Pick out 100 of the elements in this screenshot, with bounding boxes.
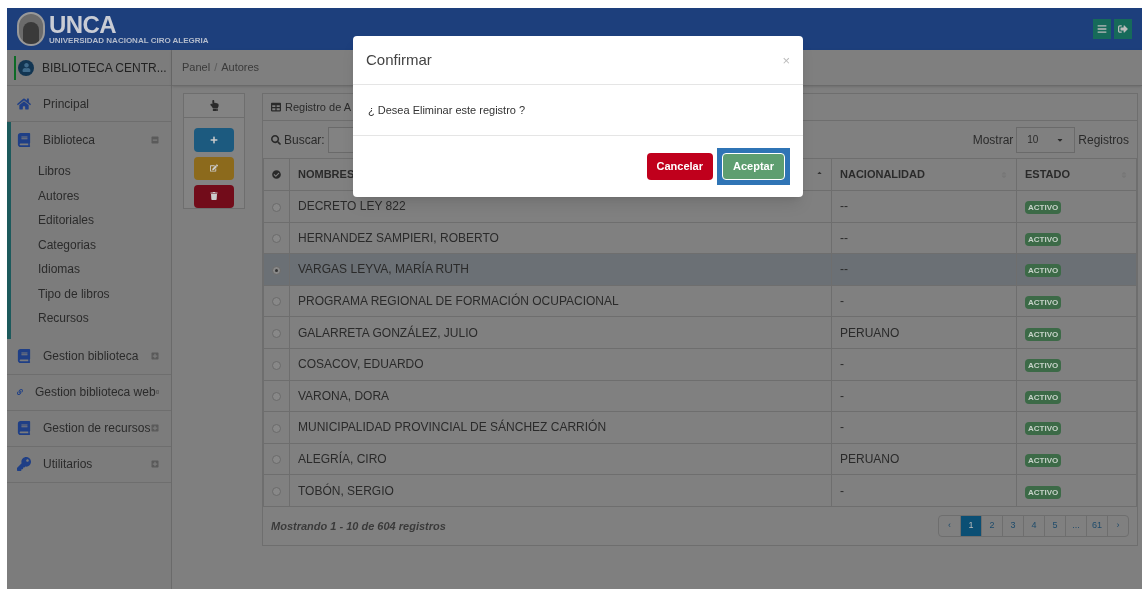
user-avatar bbox=[18, 59, 34, 76]
logo-emblem bbox=[17, 12, 45, 46]
table-row[interactable]: VARGAS LEYVA, MARÍA RUTH -- ACTIVO bbox=[263, 253, 1137, 286]
row-radio[interactable] bbox=[272, 486, 281, 496]
menu-item[interactable]: Gestion biblioteca bbox=[7, 338, 171, 374]
page-link[interactable]: 4 bbox=[1023, 515, 1044, 536]
status-badge: ACTIVO bbox=[1025, 485, 1062, 499]
user-name: BIBLIOTECA CENTR... bbox=[42, 59, 167, 77]
menu-item[interactable]: Utilitarios bbox=[7, 446, 171, 482]
submenu-item[interactable]: Categorias bbox=[11, 232, 171, 257]
logo-subtitle: UNIVERSIDAD NACIONAL CIRO ALEGRIA bbox=[49, 37, 209, 45]
trash-icon bbox=[210, 192, 218, 201]
table-row[interactable]: COSACOV, EDUARDO - ACTIVO bbox=[263, 348, 1137, 381]
page-size-select[interactable]: 10 bbox=[1016, 126, 1076, 153]
expand-icon[interactable] bbox=[151, 424, 159, 432]
book-icon bbox=[17, 349, 31, 363]
table-cell: - bbox=[831, 285, 1017, 317]
status-badge: ACTIVO bbox=[1025, 359, 1062, 373]
menu-item[interactable]: Gestion biblioteca web bbox=[7, 374, 171, 410]
submenu-item[interactable]: Tipo de libros bbox=[11, 281, 171, 306]
submenu-item[interactable]: Autores bbox=[11, 183, 171, 208]
plus-icon bbox=[210, 135, 218, 144]
status-badge: ACTIVO bbox=[1025, 390, 1062, 404]
row-radio[interactable] bbox=[272, 455, 281, 465]
close-button[interactable]: × bbox=[782, 53, 790, 67]
breadcrumb-separator: / bbox=[214, 60, 218, 76]
table-cell: - bbox=[831, 348, 1017, 381]
table-cell: -- bbox=[831, 190, 1017, 223]
expand-icon[interactable] bbox=[151, 352, 159, 360]
table-cell: TOBÓN, SERGIO bbox=[289, 474, 832, 507]
page-link[interactable]: ... bbox=[1065, 515, 1086, 536]
cancel-button[interactable]: Cancelar bbox=[646, 153, 714, 180]
table-cell: - bbox=[831, 411, 1017, 444]
table-row[interactable]: ALEGRÍA, CIRO PERUANO ACTIVO bbox=[263, 443, 1137, 475]
show-label: Mostrar bbox=[972, 131, 1014, 149]
page-link[interactable]: 3 bbox=[1002, 515, 1023, 536]
menu-item[interactable]: Principal bbox=[7, 86, 171, 121]
table-row[interactable]: GALARRETA GONZÁLEZ, JULIO PERUANO ACTIVO bbox=[263, 316, 1137, 349]
row-radio[interactable] bbox=[272, 423, 281, 433]
row-radio[interactable] bbox=[272, 265, 281, 275]
table-cell: -- bbox=[831, 253, 1017, 286]
menu-item[interactable]: Biblioteca bbox=[11, 122, 171, 157]
table-cell: PERUANO bbox=[831, 443, 1017, 475]
status-badge: ACTIVO bbox=[1025, 327, 1062, 341]
row-radio[interactable] bbox=[272, 202, 281, 212]
home-icon bbox=[17, 96, 31, 111]
collapse-icon[interactable] bbox=[151, 135, 159, 144]
book-icon bbox=[17, 421, 31, 435]
page-link[interactable]: › bbox=[1107, 515, 1128, 536]
breadcrumb-item: Autores bbox=[221, 60, 260, 76]
page-link[interactable]: 2 bbox=[981, 515, 1002, 536]
key-icon bbox=[17, 457, 31, 471]
page-link[interactable]: 1 bbox=[960, 515, 981, 536]
dialog-message: ¿ Desea Eliminar este registro ? bbox=[368, 102, 526, 118]
table-cell: COSACOV, EDUARDO bbox=[289, 348, 832, 381]
menu-item[interactable]: Gestion de recursos bbox=[7, 410, 171, 446]
table-row[interactable]: MUNICIPALIDAD PROVINCIAL DE SÁNCHEZ CARRIÓN - ACTIVO bbox=[263, 411, 1137, 444]
row-radio[interactable] bbox=[272, 360, 281, 370]
column-header[interactable]: NACIONALIDAD bbox=[831, 158, 1017, 191]
table-cell: MUNICIPALIDAD PROVINCIAL DE SÁNCHEZ CARRIÓN bbox=[289, 411, 832, 444]
page-link[interactable]: ‹ bbox=[939, 515, 960, 536]
table-row[interactable]: HERNANDEZ SAMPIERI, ROBERTO -- ACTIVO bbox=[263, 222, 1137, 254]
breadcrumb-item[interactable]: Panel bbox=[182, 59, 211, 76]
table-icon bbox=[271, 102, 281, 112]
menu-icon bbox=[1097, 24, 1107, 34]
submenu-item[interactable]: Recursos bbox=[11, 306, 171, 331]
edit-icon bbox=[210, 164, 218, 173]
delete-button[interactable] bbox=[194, 184, 234, 208]
logo-text: UNCA bbox=[49, 13, 117, 37]
page-link[interactable]: 61 bbox=[1086, 515, 1107, 536]
accept-button[interactable]: Aceptar bbox=[722, 153, 785, 180]
table-cell: -- bbox=[831, 222, 1017, 254]
submenu-item[interactable]: Libros bbox=[11, 159, 171, 184]
status-badge: ACTIVO bbox=[1025, 264, 1062, 278]
table-cell: PERUANO bbox=[831, 316, 1017, 349]
column-header[interactable]: ESTADO bbox=[1016, 158, 1137, 191]
status-badge: ACTIVO bbox=[1025, 422, 1062, 436]
menu-button[interactable] bbox=[1093, 19, 1111, 39]
table-row[interactable]: VARONA, DORA - ACTIVO bbox=[263, 380, 1137, 412]
expand-icon[interactable] bbox=[151, 460, 159, 468]
status-badge: ACTIVO bbox=[1025, 454, 1062, 468]
pointer-icon bbox=[208, 100, 220, 112]
row-radio[interactable] bbox=[272, 329, 281, 338]
table-cell: - bbox=[831, 380, 1017, 412]
status-badge: ACTIVO bbox=[1025, 201, 1062, 215]
panel-title: Registro de A bbox=[285, 99, 352, 115]
records-summary: Mostrando 1 - 10 de 604 registros bbox=[271, 518, 447, 534]
page-link[interactable]: 5 bbox=[1044, 515, 1065, 536]
table-row[interactable]: TOBÓN, SERGIO - ACTIVO bbox=[263, 474, 1137, 507]
table-cell: VARGAS LEYVA, MARÍA RUTH bbox=[289, 253, 832, 286]
add-button[interactable] bbox=[194, 128, 234, 152]
submenu-item[interactable]: Editoriales bbox=[11, 208, 171, 233]
logout-icon bbox=[1118, 24, 1128, 34]
search-icon bbox=[271, 134, 281, 145]
table-row[interactable]: PROGRAMA REGIONAL DE FORMACIÓN OCUPACIONAL - ACTIVO bbox=[263, 285, 1137, 317]
row-radio[interactable] bbox=[272, 392, 281, 402]
row-radio[interactable] bbox=[272, 234, 281, 244]
row-radio[interactable] bbox=[272, 297, 281, 307]
logout-button[interactable] bbox=[1114, 19, 1132, 39]
submenu-item[interactable]: Idiomas bbox=[11, 257, 171, 282]
